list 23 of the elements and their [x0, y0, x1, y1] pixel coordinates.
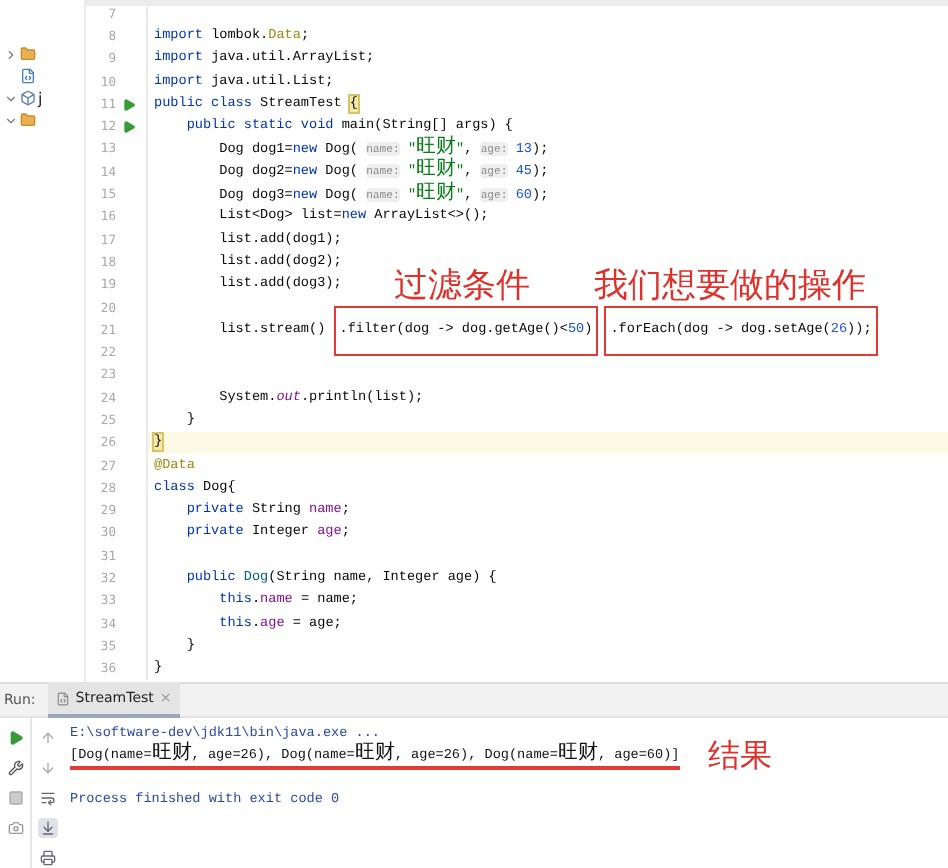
module-icon — [20, 90, 36, 106]
annotation-label: 结果 — [707, 736, 772, 778]
camera-button[interactable] — [5, 818, 25, 838]
wrap-button[interactable] — [37, 788, 57, 808]
scroll-end-button[interactable] — [37, 818, 57, 838]
file-icon — [55, 691, 70, 706]
print-button[interactable] — [37, 848, 57, 868]
stop-button[interactable] — [5, 788, 25, 808]
folder-icon — [20, 112, 36, 128]
tree-label[interactable]: j — [38, 89, 43, 107]
chevron-down-icon[interactable] — [4, 113, 18, 127]
annotation-label: 过滤条件 — [393, 267, 530, 304]
down-button[interactable] — [37, 758, 57, 778]
annotation-label: 我们想要做的操作 — [593, 267, 866, 304]
run-icon[interactable] — [121, 120, 135, 135]
chevron-down-icon[interactable] — [4, 91, 18, 105]
chevron-right-icon[interactable] — [4, 47, 18, 61]
file-icon — [20, 68, 36, 84]
settings-button[interactable] — [5, 758, 25, 778]
folder-icon — [20, 46, 36, 62]
up-button[interactable] — [37, 728, 57, 748]
run-icon[interactable] — [121, 97, 135, 112]
run-button[interactable] — [5, 728, 25, 748]
